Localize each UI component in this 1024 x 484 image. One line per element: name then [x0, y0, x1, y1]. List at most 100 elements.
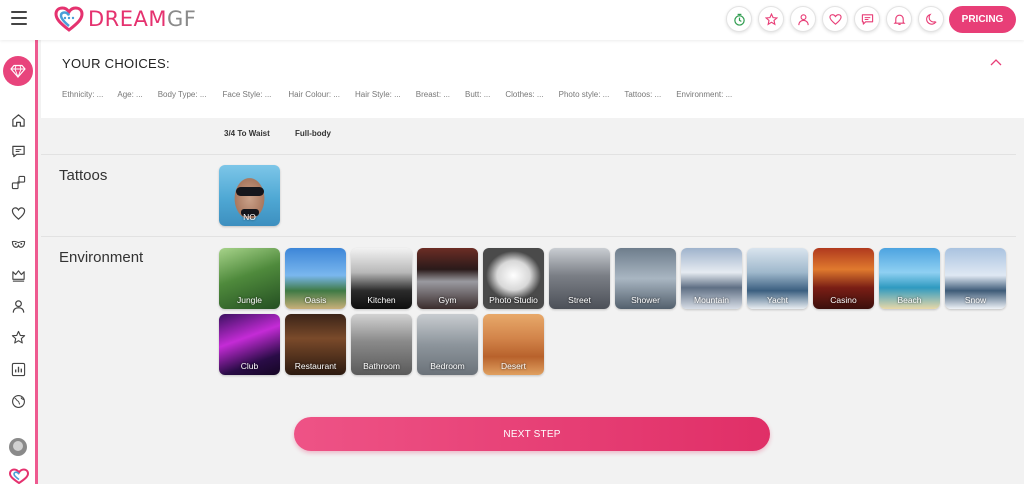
heart-icon — [828, 13, 842, 25]
tile-label: Gym — [438, 295, 457, 305]
choice-butt[interactable]: Butt: ... — [465, 90, 490, 99]
choices-title: YOUR CHOICES: — [62, 56, 170, 71]
choice-clothes[interactable]: Clothes: ... — [505, 90, 543, 99]
bell-icon — [893, 14, 905, 25]
choice-tattoos[interactable]: Tattoos: ... — [624, 90, 661, 99]
mask-icon — [11, 240, 25, 248]
tile-label: Club — [240, 361, 259, 371]
timer-button[interactable] — [726, 6, 752, 32]
environment-option-mountain[interactable]: Mountain — [681, 248, 742, 309]
environment-title: Environment — [59, 249, 144, 266]
photo-style-option-full-body[interactable]: Full-body — [295, 129, 331, 138]
choices-panel: YOUR CHOICES: Ethnicity: ... Age: ... Bo… — [41, 40, 1024, 118]
environment-option-restaurant[interactable]: Restaurant — [285, 314, 346, 375]
profile-button[interactable] — [790, 6, 816, 32]
tile-label: Bathroom — [363, 361, 400, 371]
user-icon — [797, 13, 809, 25]
tile-label: Shower — [631, 295, 660, 305]
choice-breast[interactable]: Breast: ... — [416, 90, 450, 99]
sidebar-item-stats[interactable] — [10, 361, 26, 377]
choice-environment[interactable]: Environment: ... — [676, 90, 732, 99]
tile-label: Beach — [897, 295, 922, 305]
tile-label: Mountain — [694, 295, 729, 305]
messages-button[interactable] — [854, 6, 880, 32]
heart-icon — [11, 206, 25, 220]
environment-option-kitchen[interactable]: Kitchen — [351, 248, 412, 309]
environment-option-beach[interactable]: Beach — [879, 248, 940, 309]
menu-icon[interactable] — [11, 11, 27, 25]
home-icon — [11, 113, 25, 127]
tile-label: Snow — [964, 295, 987, 305]
tattoo-option-no[interactable]: NO — [219, 165, 280, 226]
choice-hair-style[interactable]: Hair Style: ... — [355, 90, 401, 99]
tattoos-title: Tattoos — [59, 167, 108, 184]
star-icon — [11, 330, 25, 343]
environment-option-bedroom[interactable]: Bedroom — [417, 314, 478, 375]
user-icon — [12, 299, 24, 313]
tile-image-detail — [236, 187, 264, 196]
top-header: DREAMGF PRICING — [0, 0, 1024, 40]
environment-option-club[interactable]: Club — [219, 314, 280, 375]
environment-option-casino[interactable]: Casino — [813, 248, 874, 309]
photo-style-option-waist[interactable]: 3/4 To Waist — [224, 129, 270, 138]
sidebar-item-starred[interactable] — [10, 329, 26, 345]
environment-option-jungle[interactable]: Jungle — [219, 248, 280, 309]
tile-label: Casino — [830, 295, 857, 305]
sidebar-item-roleplay[interactable] — [10, 236, 26, 252]
sidebar-item-home[interactable] — [10, 112, 26, 128]
environment-option-desert[interactable]: Desert — [483, 314, 544, 375]
user-avatar[interactable] — [9, 438, 27, 456]
tile-label: Oasis — [304, 295, 327, 305]
crown-icon — [11, 269, 25, 282]
tile-label: Restaurant — [294, 361, 337, 371]
tile-label: Bedroom — [430, 361, 465, 371]
environment-option-bathroom[interactable]: Bathroom — [351, 314, 412, 375]
tile-label: NO — [243, 212, 256, 222]
environment-option-photo-studio[interactable]: Photo Studio — [483, 248, 544, 309]
next-step-button[interactable]: NEXT STEP — [294, 417, 770, 451]
tile-label: Desert — [500, 361, 527, 371]
sidebar-item-gallery[interactable] — [10, 174, 26, 190]
sidebar-item-favorites[interactable] — [10, 205, 26, 221]
heart-logo-icon — [54, 6, 84, 32]
divider — [41, 154, 1016, 155]
sidebar-item-profile[interactable] — [10, 298, 26, 314]
star-icon — [764, 12, 778, 25]
theme-toggle-button[interactable] — [918, 6, 944, 32]
choice-face-style[interactable]: Face Style: ... — [223, 90, 272, 99]
chat-icon — [11, 145, 25, 157]
notifications-button[interactable] — [886, 6, 912, 32]
favorites-button[interactable] — [758, 6, 784, 32]
stats-icon — [11, 362, 25, 376]
chevron-up-icon[interactable] — [990, 58, 1002, 66]
sidebar-item-chat[interactable] — [10, 143, 26, 159]
choice-hair-colour[interactable]: Hair Colour: ... — [288, 90, 340, 99]
globe-icon — [11, 394, 25, 408]
gem-icon — [10, 64, 26, 79]
divider — [41, 236, 1016, 237]
sidebar-item-top[interactable] — [10, 267, 26, 283]
environment-option-gym[interactable]: Gym — [417, 248, 478, 309]
choices-summary: Ethnicity: ... Age: ... Body Type: ... F… — [62, 90, 732, 99]
likes-button[interactable] — [822, 6, 848, 32]
environment-option-street[interactable]: Street — [549, 248, 610, 309]
choice-age[interactable]: Age: ... — [117, 90, 142, 99]
environment-option-snow[interactable]: Snow — [945, 248, 1006, 309]
choice-photo-style[interactable]: Photo style: ... — [559, 90, 610, 99]
header-actions — [726, 6, 944, 32]
environment-option-shower[interactable]: Shower — [615, 248, 676, 309]
choice-ethnicity[interactable]: Ethnicity: ... — [62, 90, 103, 99]
brand-heart-icon[interactable] — [8, 468, 30, 484]
tile-label: Yacht — [766, 295, 789, 305]
pricing-button[interactable]: PRICING — [949, 6, 1016, 33]
tile-label: Street — [568, 295, 591, 305]
brand-logo[interactable]: DREAMGF — [54, 6, 196, 32]
timer-icon — [733, 13, 745, 26]
sidebar-item-explore[interactable] — [10, 393, 26, 409]
brand-name: DREAMGF — [88, 7, 197, 31]
environment-option-oasis[interactable]: Oasis — [285, 248, 346, 309]
choice-body-type[interactable]: Body Type: ... — [158, 90, 207, 99]
environment-option-yacht[interactable]: Yacht — [747, 248, 808, 309]
tile-label: Jungle — [236, 295, 263, 305]
sidebar-item-premium[interactable] — [3, 56, 33, 86]
